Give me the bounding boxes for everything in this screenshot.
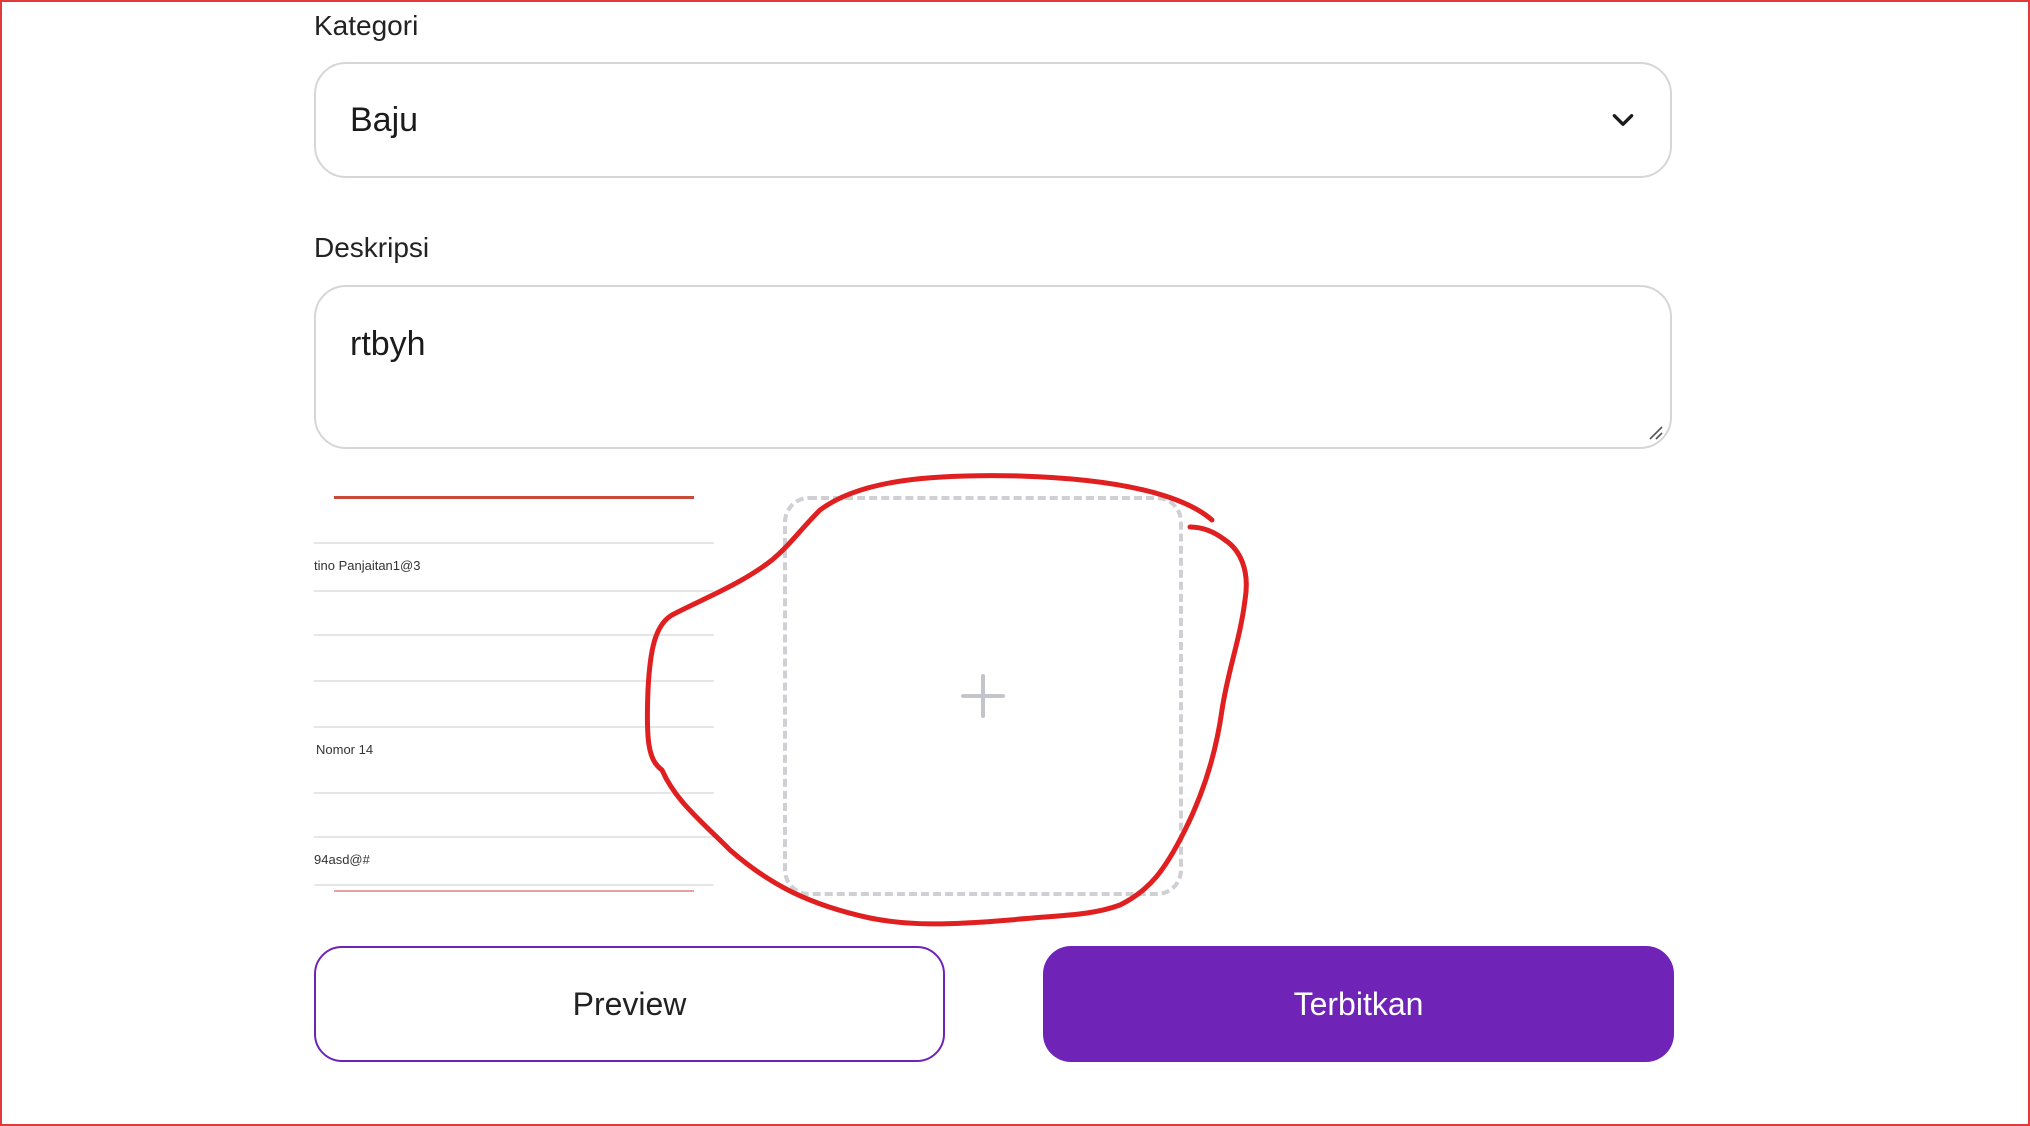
preview-button[interactable]: Preview: [314, 946, 945, 1062]
thumbnail-text-line: 94asd@#: [314, 852, 370, 867]
thumbnail-divider: [314, 542, 714, 544]
chevron-down-icon: [1612, 114, 1634, 126]
category-selected-value: Baju: [350, 100, 419, 139]
thumbnail-divider: [314, 634, 714, 636]
category-label: Kategori: [314, 10, 419, 41]
plus-icon: [961, 674, 1005, 718]
resize-handle-icon[interactable]: [1644, 421, 1664, 441]
thumbnail-bottom-edge: [334, 890, 694, 892]
thumbnail-top-edge: [334, 496, 694, 499]
uploaded-image-thumbnail[interactable]: tino Panjaitan1@3 Nomor 14 94asd@#: [314, 496, 714, 898]
thumbnail-divider: [314, 590, 714, 592]
thumbnail-text-line: tino Panjaitan1@3: [314, 558, 421, 573]
description-text: rtbyh: [350, 325, 426, 363]
thumbnail-text-line: Nomor 14: [316, 742, 374, 757]
thumbnail-divider: [314, 884, 714, 886]
description-label: Deskripsi: [314, 232, 430, 263]
description-textarea[interactable]: rtbyh: [314, 285, 1672, 449]
thumbnail-divider: [314, 680, 714, 682]
category-select[interactable]: Baju: [314, 62, 1672, 178]
thumbnail-divider: [314, 792, 714, 794]
publish-button[interactable]: Terbitkan: [1043, 946, 1674, 1062]
add-image-dropzone[interactable]: [783, 496, 1183, 896]
thumbnail-divider: [314, 836, 714, 838]
thumbnail-divider: [314, 726, 714, 728]
